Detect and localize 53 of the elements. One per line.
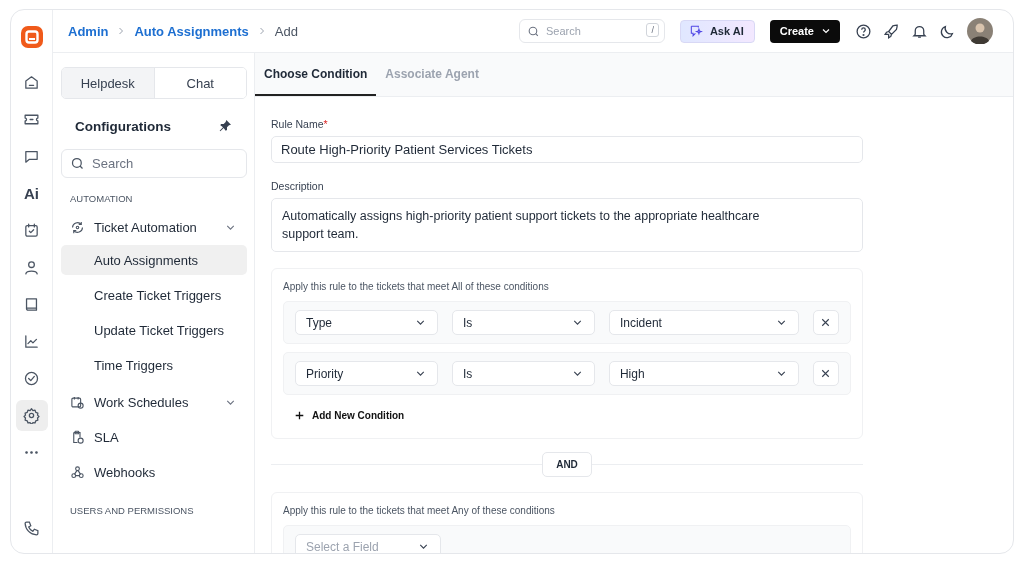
sidebar-item[interactable]: Webhooks bbox=[61, 455, 247, 490]
group-caption: Apply this rule to the tickets that meet All of these conditions bbox=[283, 281, 550, 292]
plus-icon bbox=[293, 409, 306, 422]
sidebar-item[interactable]: SLA bbox=[61, 420, 247, 455]
sidebar-subitem[interactable]: Time Triggers bbox=[61, 350, 247, 380]
sidebar-item[interactable]: Ticket Automation bbox=[61, 210, 247, 245]
breadcrumb-link[interactable]: Admin bbox=[68, 23, 109, 39]
pin-icon[interactable] bbox=[217, 118, 233, 134]
sidebar-subitem[interactable]: Auto Assignments bbox=[61, 245, 247, 275]
breadcrumb-current: Add bbox=[274, 23, 298, 39]
phone-icon[interactable] bbox=[23, 520, 40, 537]
avatar[interactable] bbox=[967, 18, 993, 44]
rule-name-field[interactable]: Route High-Priority Patient Services Tickets bbox=[271, 136, 863, 163]
ai-link[interactable]: Ai bbox=[15, 178, 48, 209]
create-button[interactable]: Create bbox=[769, 19, 840, 43]
sidebar-title: Configurations bbox=[75, 118, 171, 134]
value-select[interactable]: High bbox=[608, 361, 799, 386]
rocket-icon[interactable] bbox=[883, 22, 900, 40]
gear-icon[interactable] bbox=[15, 400, 48, 431]
sidebar-subitem[interactable]: Update Ticket Triggers bbox=[61, 315, 247, 345]
field-select[interactable]: Priority bbox=[295, 361, 438, 386]
section-heading: AUTOMATION bbox=[69, 192, 134, 206]
tab[interactable]: Choose Condition bbox=[255, 53, 377, 96]
description-field[interactable]: Automatically assigns high-priority patient support tickets to the appropriate healthcare support team. bbox=[271, 198, 863, 252]
search-icon bbox=[526, 24, 540, 38]
required-mark: * bbox=[323, 118, 328, 130]
breadcrumb-link[interactable]: Auto Assignments bbox=[134, 23, 249, 39]
remove-condition-button[interactable] bbox=[812, 310, 839, 335]
search-icon bbox=[70, 156, 85, 171]
group-caption: Apply this rule to the tickets that meet Any of these conditions bbox=[283, 505, 556, 516]
calendar-icon bbox=[70, 395, 85, 410]
webhook-icon bbox=[70, 465, 85, 480]
logo-icon[interactable] bbox=[19, 25, 44, 49]
value-select[interactable]: Incident bbox=[608, 310, 799, 335]
shortcut-key: / bbox=[646, 23, 659, 37]
cycle-icon bbox=[70, 220, 85, 235]
field-label: Description bbox=[271, 180, 325, 192]
ask-ai-button[interactable]: Ask AI bbox=[679, 19, 755, 43]
operator-select[interactable]: Is bbox=[451, 310, 595, 335]
sidebar-item[interactable]: Work Schedules bbox=[61, 385, 247, 420]
and-button[interactable]: AND bbox=[542, 452, 592, 477]
segment-tab[interactable]: Helpdesk bbox=[62, 68, 155, 98]
search-field[interactable]: Search bbox=[61, 149, 247, 178]
field-label: Rule Name* bbox=[271, 118, 329, 130]
operator-select[interactable]: Is bbox=[451, 361, 595, 386]
help-icon[interactable] bbox=[855, 22, 872, 40]
sparkle-chat-icon bbox=[688, 24, 703, 38]
sidebar-subitem[interactable]: Create Ticket Triggers bbox=[61, 280, 247, 310]
clipboard-icon bbox=[70, 430, 85, 445]
add-condition-button[interactable]: Add New Condition bbox=[283, 403, 415, 426]
remove-condition-button[interactable] bbox=[812, 361, 839, 386]
section-heading: USERS AND PERMISSIONS bbox=[69, 504, 195, 518]
field-select[interactable]: Type bbox=[295, 310, 438, 335]
